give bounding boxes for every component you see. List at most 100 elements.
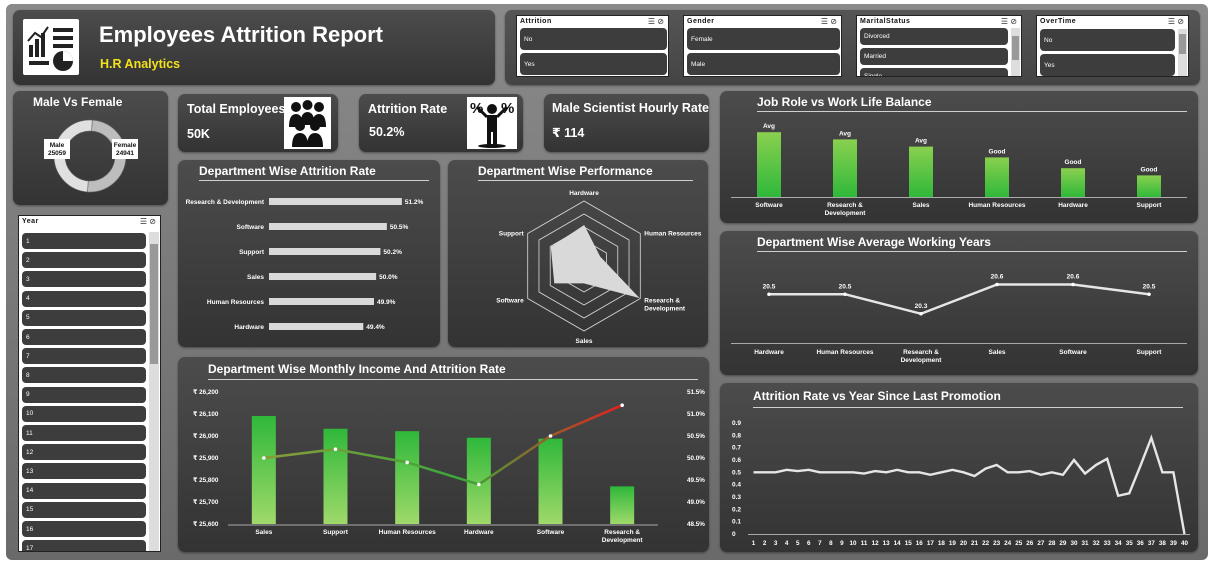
- year-item-14[interactable]: 14: [22, 482, 146, 499]
- year-item-7[interactable]: 7: [22, 348, 146, 365]
- year-item-9[interactable]: 9: [22, 386, 146, 403]
- year-item-5[interactable]: 5: [22, 309, 146, 326]
- year-item-1[interactable]: 1: [22, 233, 146, 249]
- bar-value-label: Good: [1141, 166, 1158, 173]
- year-item-15[interactable]: 15: [22, 501, 146, 518]
- bar-value-label: Avg: [915, 138, 927, 145]
- slicer-scrollbar[interactable]: [1011, 28, 1020, 76]
- year-item-16[interactable]: 16: [22, 521, 146, 537]
- x-tick-label: 16: [916, 540, 924, 547]
- radar-axis-label: Support: [499, 231, 525, 238]
- x-tick-label: 25: [1015, 540, 1023, 547]
- y-tick-right: 51.5%: [687, 389, 705, 396]
- donut-label-category: Female: [114, 142, 137, 149]
- slicer-item-yes[interactable]: Yes: [520, 53, 667, 75]
- bar-value-label: Avg: [839, 130, 851, 137]
- slicer-item-no[interactable]: No: [520, 28, 667, 50]
- x-tick-label: 18: [938, 540, 946, 547]
- x-tick-label: Human Resources: [379, 529, 436, 536]
- x-tick-label: Sales: [913, 202, 930, 209]
- x-tick-label: Hardware: [1058, 202, 1088, 209]
- slicer-item-divorced[interactable]: Divorced: [860, 28, 1008, 45]
- x-tick-label: Human Resources: [816, 349, 873, 356]
- x-tick-label: Hardware: [754, 349, 784, 356]
- slicer-header: Attrition: [520, 18, 552, 25]
- slicer-header: MaritalStatus: [860, 18, 911, 25]
- bar: [269, 198, 402, 205]
- x-tick-label-line: Sales: [913, 202, 930, 209]
- bar-value-label: 51.2%: [405, 199, 424, 206]
- y-tick-left: ₹ 26,000: [193, 433, 219, 440]
- working-years-point: [919, 311, 923, 316]
- data-label: 20.6: [1067, 274, 1080, 281]
- wlb-bar: [833, 139, 857, 197]
- bar-value-label: 50.2%: [383, 249, 402, 256]
- slicer-item-married[interactable]: Married: [860, 48, 1008, 65]
- x-tick-label: 20: [960, 540, 968, 547]
- attrition-promotion-line: [753, 434, 1186, 535]
- filter-clear-icon[interactable]: ☰ ⊘: [140, 217, 156, 226]
- year-item-4[interactable]: 4: [22, 290, 146, 307]
- slicer-item-male[interactable]: Male: [687, 53, 840, 75]
- x-tick-label: 5: [796, 540, 800, 547]
- year-scrollbar[interactable]: [149, 232, 159, 551]
- kpi-value: 50.2%: [369, 125, 405, 139]
- radar-axis-label-line: Research &: [644, 298, 680, 305]
- bar: [269, 248, 381, 255]
- year-item-10[interactable]: 10: [22, 405, 146, 422]
- y-tick-left: ₹ 26,200: [193, 389, 219, 396]
- x-tick-label: 39: [1170, 540, 1178, 547]
- attrition-point: [620, 403, 624, 407]
- y-tick: 0.8: [732, 432, 741, 439]
- year-item-11[interactable]: 11: [22, 425, 146, 441]
- page-subtitle: H.R Analytics: [100, 57, 181, 71]
- bar-value-label: Avg: [763, 123, 775, 130]
- x-tick-label: 30: [1070, 540, 1078, 547]
- filter-clear-icon[interactable]: ☰ ⊘: [1001, 17, 1017, 26]
- working-years-point: [843, 292, 847, 297]
- year-item-13[interactable]: 13: [22, 463, 146, 480]
- slicer-scrollbar[interactable]: [1178, 29, 1187, 76]
- y-tick-right: 50.5%: [687, 433, 705, 440]
- radar-axis-label-line: Human Resources: [644, 231, 701, 238]
- x-tick-label: 13: [883, 540, 891, 547]
- year-item-2[interactable]: 2: [22, 252, 146, 269]
- year-item-3[interactable]: 3: [22, 271, 146, 288]
- y-tick-left: ₹ 25,800: [193, 477, 219, 484]
- year-item-6[interactable]: 6: [22, 329, 146, 345]
- x-tick-label: 17: [927, 540, 935, 547]
- slicer-item-yes[interactable]: Yes: [1040, 54, 1175, 76]
- gender-slicer: Gender ☰ ⊘ Female Male: [683, 15, 842, 77]
- slicer-item-female[interactable]: Female: [687, 28, 840, 50]
- attrition-point: [405, 460, 409, 465]
- x-tick-label-line: Hardware: [754, 349, 784, 356]
- bar-value-label: 49.9%: [377, 299, 396, 306]
- attrition-point: [548, 434, 553, 438]
- filter-clear-icon[interactable]: ☰ ⊘: [1168, 17, 1184, 26]
- x-tick-label-line: Software: [755, 202, 783, 209]
- donut-label-value: 24941: [116, 150, 134, 157]
- chart-title: Male Vs Female: [33, 95, 123, 109]
- kpi-title: Male Scientist Hourly Rate: [552, 101, 709, 115]
- x-tick-label: Software: [755, 202, 783, 209]
- filter-clear-icon[interactable]: ☰ ⊘: [821, 17, 837, 26]
- x-tick-label: Software: [537, 529, 565, 536]
- filter-clear-icon[interactable]: ☰ ⊘: [648, 17, 664, 26]
- slicer-item-no[interactable]: No: [1040, 29, 1175, 51]
- jobrole-wlb-card: Job Role vs Work Life Balance Avg Softwar…: [720, 91, 1198, 223]
- x-tick-label: 9: [840, 540, 844, 547]
- kpi-hourly-rate: Male Scientist Hourly Rate ₹ 114: [544, 94, 709, 152]
- slicer-item-single[interactable]: Single: [860, 68, 1008, 76]
- radar-axis-label-line: Software: [496, 298, 524, 305]
- year-item-8[interactable]: 8: [22, 367, 146, 384]
- radar-axis-label-line: Hardware: [569, 190, 599, 197]
- x-tick-label: 6: [807, 540, 811, 547]
- radar-axis-label-line: Support: [499, 231, 525, 238]
- year-item-12[interactable]: 12: [22, 444, 146, 461]
- kpi-attrition-rate: Attrition Rate 50.2% % %: [359, 94, 523, 152]
- dept-performance-card: Department Wise Performance Hardware Huma…: [448, 160, 708, 347]
- year-item-17[interactable]: 17: [22, 540, 146, 551]
- income-bar: [323, 428, 348, 524]
- x-tick-label-line: Development: [901, 357, 943, 364]
- kpi-total-employees: Total Employees 50K: [178, 94, 338, 152]
